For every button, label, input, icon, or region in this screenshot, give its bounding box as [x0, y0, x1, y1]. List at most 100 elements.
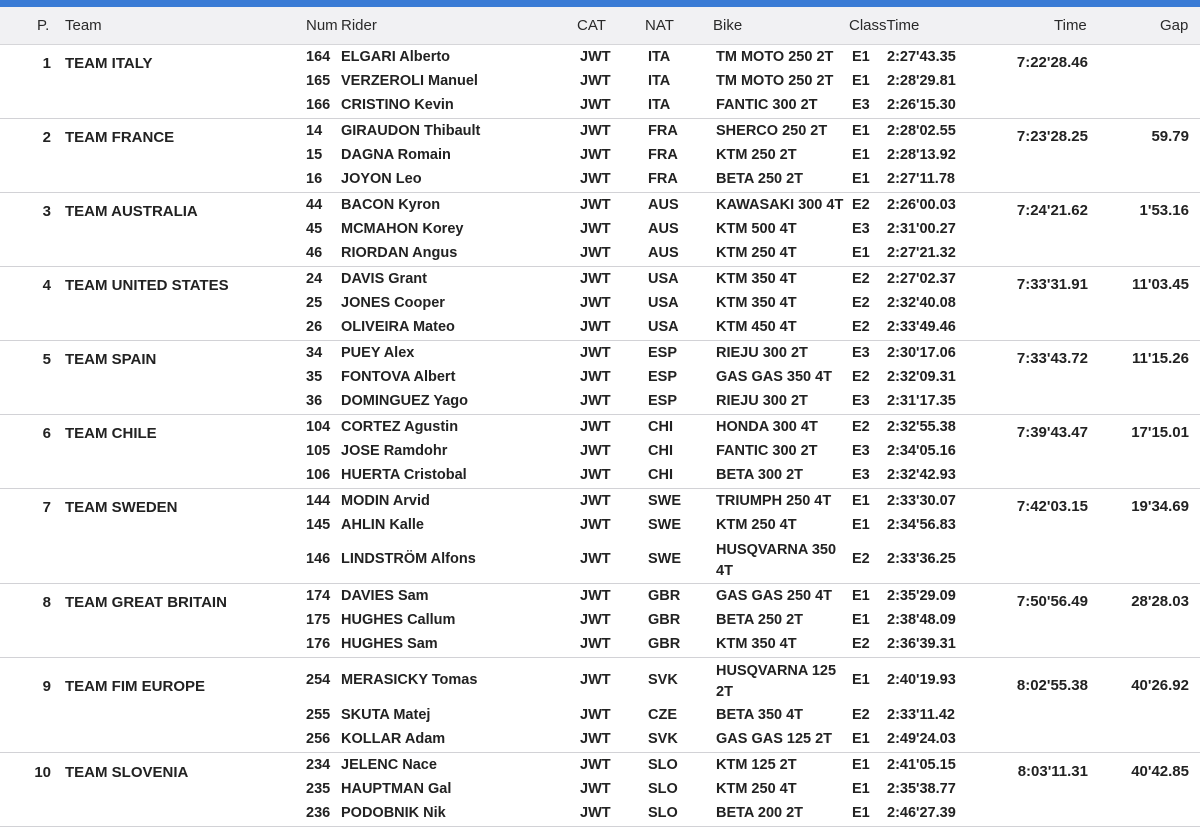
rider-time: 2:28'13.92 [887, 147, 956, 163]
rider-row[interactable]: 106 HUERTA Cristobal JWT CHI BETA 300 2T E3 2:… [0, 463, 1200, 487]
rider-class: E2 [852, 197, 870, 213]
rider-category: JWT [580, 493, 611, 509]
rider-name: MERASICKY Tomas [341, 672, 478, 688]
rider-time: 2:31'00.27 [887, 221, 956, 237]
header-bike[interactable]: Bike [713, 17, 742, 34]
rider-category: JWT [580, 295, 611, 311]
rider-row[interactable]: 235 HAUPTMAN Gal JWT SLO KTM 250 4T E1 2:35'38… [0, 777, 1200, 801]
rider-category: JWT [580, 731, 611, 747]
rider-row[interactable]: 24 DAVIS Grant JWT USA KTM 350 4T E2 2:27'02.3… [0, 267, 1200, 291]
rider-nationality: SLO [648, 805, 678, 821]
team-row[interactable]: 9 TEAM FIM EUROPE 8:02'55.38 40'26.92 254 MER… [0, 658, 1200, 753]
header-team[interactable]: Team [65, 17, 102, 34]
rider-row[interactable]: 25 JONES Cooper JWT USA KTM 350 4T E2 2:32'40.… [0, 291, 1200, 315]
team-row[interactable]: 7 TEAM SWEDEN 7:42'03.15 19'34.69 144 MODIN A… [0, 489, 1200, 584]
rider-row[interactable]: 104 CORTEZ Agustin JWT CHI HONDA 300 4T E2 2:3… [0, 415, 1200, 439]
rider-row[interactable]: 234 JELENC Nace JWT SLO KTM 125 2T E1 2:41'05.… [0, 753, 1200, 777]
team-row[interactable]: 2 TEAM FRANCE 7:23'28.25 59.79 14 GIRAUDON Th… [0, 119, 1200, 193]
rider-name: CRISTINO Kevin [341, 97, 454, 113]
rider-category: JWT [580, 443, 611, 459]
rider-row[interactable]: 236 PODOBNIK Nik JWT SLO BETA 200 2T E1 2:46'2… [0, 801, 1200, 825]
rider-category: JWT [580, 672, 611, 688]
rider-row[interactable]: 34 PUEY Alex JWT ESP RIEJU 300 2T E3 2:30'17.0… [0, 341, 1200, 365]
rider-row[interactable]: 256 KOLLAR Adam JWT SVK GAS GAS 125 2T E1 2:49… [0, 727, 1200, 751]
rider-nationality: SLO [648, 781, 678, 797]
rider-category: JWT [580, 467, 611, 483]
rider-time: 2:33'11.42 [887, 707, 955, 723]
rider-bike: TM MOTO 250 2T [716, 49, 834, 65]
rider-bike: BETA 350 4T [716, 707, 804, 723]
rider-row[interactable]: 176 HUGHES Sam JWT GBR KTM 350 4T E2 2:36'39.3… [0, 632, 1200, 656]
header-cat[interactable]: CAT [577, 17, 606, 34]
team-row[interactable]: 3 TEAM AUSTRALIA 7:24'21.62 1'53.16 44 BACON … [0, 193, 1200, 267]
header-nat[interactable]: NAT [645, 17, 674, 34]
rider-class: E3 [852, 345, 870, 361]
header-time[interactable]: Time [1054, 17, 1087, 34]
rider-row[interactable]: 45 MCMAHON Korey JWT AUS KTM 500 4T E3 2:31'00… [0, 217, 1200, 241]
rider-number: 24 [306, 271, 323, 287]
header-class-time[interactable]: ClassTime [849, 17, 919, 34]
team-row[interactable]: 4 TEAM UNITED STATES 7:33'31.91 11'03.45 24 D… [0, 267, 1200, 341]
header-num[interactable]: Num [306, 17, 338, 34]
rider-number: 146 [306, 551, 331, 567]
team-row[interactable]: 6 TEAM CHILE 7:39'43.47 17'15.01 104 CORTEZ A… [0, 415, 1200, 489]
rider-bike: RIEJU 300 2T [716, 345, 808, 361]
rider-bike: FANTIC 300 2T [716, 97, 818, 113]
rider-class: E3 [852, 97, 870, 113]
rider-row[interactable]: 44 BACON Kyron JWT AUS KAWASAKI 300 4T E2 2:26… [0, 193, 1200, 217]
rider-bike: HUSQVARNA 125 2T [716, 663, 837, 700]
rider-row[interactable]: 166 CRISTINO Kevin JWT ITA FANTIC 300 2T E3 2:… [0, 93, 1200, 117]
rider-nationality: USA [648, 319, 679, 335]
rider-name: JOYON Leo [341, 171, 422, 187]
team-row[interactable]: 10 TEAM SLOVENIA 8:03'11.31 40'42.85 234 JELE… [0, 753, 1200, 827]
rider-nationality: FRA [648, 123, 678, 139]
header-rider[interactable]: Rider [341, 17, 377, 34]
rider-nationality: ESP [648, 369, 678, 385]
rider-name: MODIN Arvid [341, 493, 430, 509]
rider-row[interactable]: 105 JOSE Ramdohr JWT CHI FANTIC 300 2T E3 2:34… [0, 439, 1200, 463]
rider-row[interactable]: 26 OLIVEIRA Mateo JWT USA KTM 450 4T E2 2:33'4… [0, 315, 1200, 339]
rider-row[interactable]: 46 RIORDAN Angus JWT AUS KTM 250 4T E1 2:27'21… [0, 241, 1200, 265]
rider-row[interactable]: 15 DAGNA Romain JWT FRA KTM 250 2T E1 2:28'13.… [0, 143, 1200, 167]
rider-row[interactable]: 35 FONTOVA Albert JWT ESP GAS GAS 350 4T E2 2:… [0, 365, 1200, 389]
rider-row[interactable]: 254 MERASICKY Tomas JWT SVK HUSQVARNA 125 2T… [0, 658, 1200, 703]
team-row[interactable]: 1 TEAM ITALY 7:22'28.46 164 ELGARI Alberto JW… [0, 45, 1200, 119]
rider-row[interactable]: 174 DAVIES Sam JWT GBR GAS GAS 250 4T E1 2:35'… [0, 584, 1200, 608]
rider-row[interactable]: 165 VERZEROLI Manuel JWT ITA TM MOTO 250 2T E… [0, 69, 1200, 93]
rider-nationality: GBR [648, 612, 681, 628]
rider-row[interactable]: 145 AHLIN Kalle JWT SWE KTM 250 4T E1 2:34'56.… [0, 513, 1200, 537]
rider-class: E3 [852, 467, 870, 483]
team-row[interactable]: 8 TEAM GREAT BRITAIN 7:50'56.49 28'28.03 174… [0, 584, 1200, 658]
header-gap[interactable]: Gap [1160, 17, 1188, 34]
rider-row[interactable]: 16 JOYON Leo JWT FRA BETA 250 2T E1 2:27'11.78 [0, 167, 1200, 191]
rider-class: E1 [852, 245, 870, 261]
rider-time: 2:49'24.03 [887, 731, 956, 747]
rider-name: FONTOVA Albert [341, 369, 456, 385]
rider-row[interactable]: 146 LINDSTRÖM Alfons JWT SWE HUSQVARNA 350 4… [0, 537, 1200, 582]
rider-class: E1 [852, 517, 870, 533]
rider-row[interactable]: 144 MODIN Arvid JWT SWE TRIUMPH 250 4T E1 2:33… [0, 489, 1200, 513]
rider-category: JWT [580, 588, 611, 604]
rider-class: E3 [852, 221, 870, 237]
rider-row[interactable]: 175 HUGHES Callum JWT GBR BETA 250 2T E1 2:38'… [0, 608, 1200, 632]
team-row[interactable]: 5 TEAM SPAIN 7:33'43.72 11'15.26 34 PUEY Alex… [0, 341, 1200, 415]
rider-category: JWT [580, 345, 611, 361]
rider-number: 44 [306, 197, 323, 213]
rider-nationality: CHI [648, 419, 673, 435]
rider-bike: KTM 350 4T [716, 295, 797, 311]
rider-row[interactable]: 14 GIRAUDON Thibault JWT FRA SHERCO 250 2T E1… [0, 119, 1200, 143]
rider-number: 144 [306, 493, 331, 509]
rider-class: E1 [852, 171, 870, 187]
rider-class: E2 [852, 369, 870, 385]
rider-bike: KTM 250 2T [716, 147, 797, 163]
rider-number: 106 [306, 467, 331, 483]
rider-number: 26 [306, 319, 323, 335]
top-accent-bar [0, 0, 1200, 7]
rider-row[interactable]: 36 DOMINGUEZ Yago JWT ESP RIEJU 300 2T E3 2:31… [0, 389, 1200, 413]
header-pos[interactable]: P. [37, 17, 49, 34]
rider-time: 2:27'21.32 [887, 245, 956, 261]
rider-row[interactable]: 164 ELGARI Alberto JWT ITA TM MOTO 250 2T E1 2… [0, 45, 1200, 69]
rider-bike: HUSQVARNA 350 4T [716, 542, 837, 579]
rider-row[interactable]: 255 SKUTA Matej JWT CZE BETA 350 4T E2 2:33'11… [0, 703, 1200, 727]
rider-category: JWT [580, 636, 611, 652]
